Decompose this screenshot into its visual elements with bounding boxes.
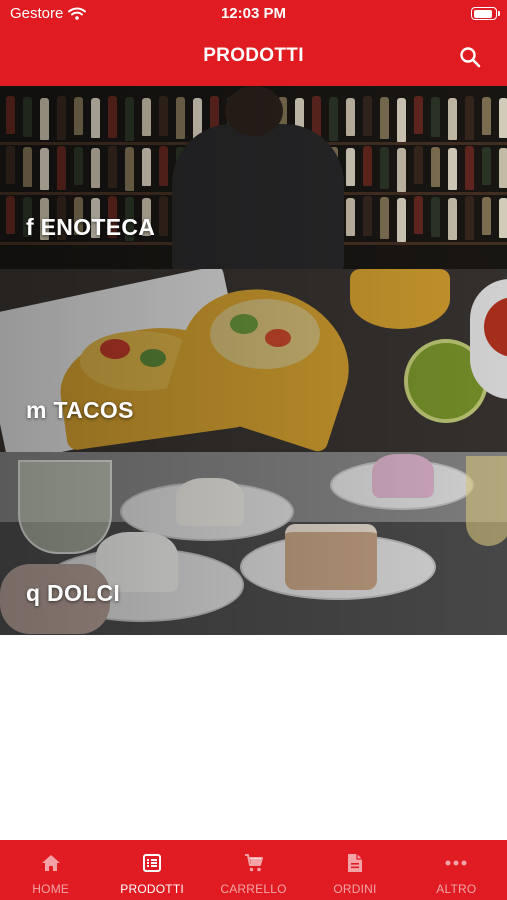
tab-label: ORDINI <box>333 882 377 896</box>
category-card-dolci[interactable]: q DOLCI <box>0 452 507 635</box>
search-button[interactable] <box>455 42 485 72</box>
category-card-enoteca[interactable]: f ENOTECA <box>0 86 507 269</box>
category-label: q DOLCI <box>26 580 121 606</box>
top-navigation-bar: PRODOTTI <box>0 28 507 86</box>
tab-label: ALTRO <box>436 882 477 896</box>
status-bar: Gestore 12:03 PM <box>0 0 507 28</box>
tab-home[interactable]: HOME <box>0 840 101 900</box>
category-card-tacos[interactable]: m TACOS <box>0 269 507 452</box>
tab-carrello[interactable]: CARRELLO <box>203 840 304 900</box>
page-title: PRODOTTI <box>203 45 304 66</box>
tab-ordini[interactable]: ORDINI <box>304 840 405 900</box>
tab-label: CARRELLO <box>220 882 287 896</box>
tab-label: PRODOTTI <box>120 882 184 896</box>
document-icon <box>344 852 366 874</box>
home-icon <box>40 852 62 874</box>
search-icon <box>460 47 481 68</box>
cart-icon <box>243 852 265 874</box>
battery-level <box>473 9 492 18</box>
tab-label: HOME <box>32 882 70 896</box>
clock: 12:03 PM <box>220 5 287 22</box>
tab-altro[interactable]: ALTRO <box>406 840 507 900</box>
list-icon <box>141 852 163 874</box>
category-list: f ENOTECA m TACOS q DOLCI <box>0 86 507 635</box>
more-icon <box>445 852 467 874</box>
category-label: f ENOTECA <box>26 214 156 240</box>
tab-prodotti[interactable]: PRODOTTI <box>101 840 202 900</box>
battery-icon <box>471 7 500 20</box>
bottom-tab-bar: HOME PRODOTTI CARRELLO ORDINI ALTRO <box>0 840 507 900</box>
category-label: m TACOS <box>26 397 134 423</box>
